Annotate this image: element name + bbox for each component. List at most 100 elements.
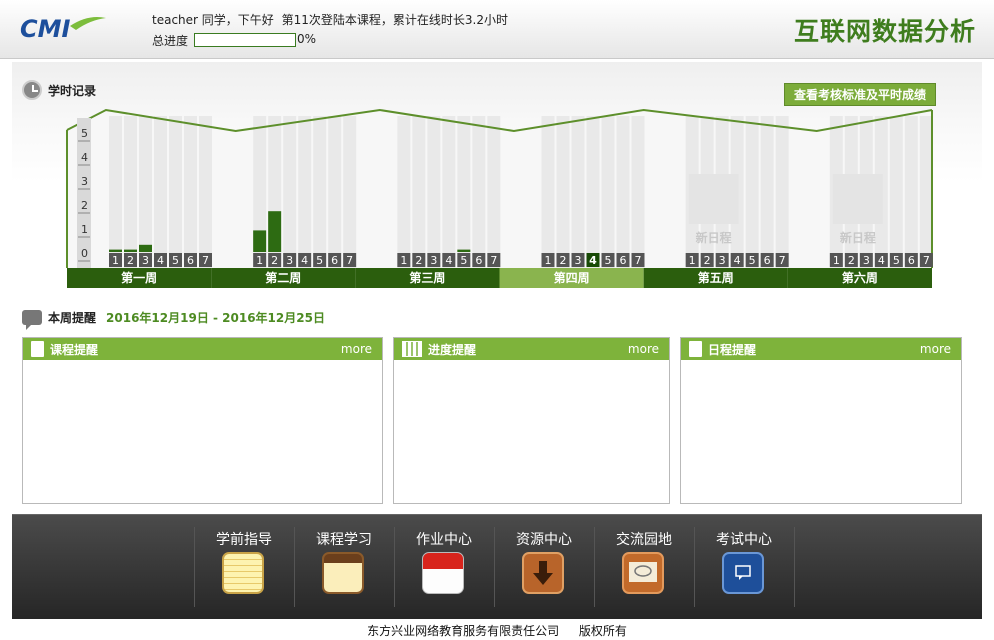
day-column [745, 116, 759, 268]
nav-label: 学前指导 [216, 532, 272, 548]
day-column [889, 116, 903, 268]
day-column [472, 116, 486, 268]
y-tick-label: 4 [81, 151, 88, 164]
new-schedule-label: 新日程 [840, 230, 876, 245]
day-label: 1 [833, 254, 840, 267]
day-column [199, 116, 212, 268]
course-reminder-header: 课程提醒 more [23, 338, 382, 360]
day-column [328, 116, 342, 268]
week-label: 第六周 [842, 270, 878, 285]
day-column [397, 116, 411, 268]
day-label: 6 [187, 254, 194, 267]
document-icon [689, 341, 702, 357]
day-label: 7 [923, 254, 930, 267]
new-schedule-placeholder [688, 174, 739, 224]
day-column [616, 116, 630, 268]
weekly-reminder-header: 本周提醒 2016年12月19日 - 2016年12月25日 [22, 309, 325, 330]
day-column [124, 116, 137, 268]
nav-resource-center[interactable]: 资源中心 [494, 515, 594, 619]
day-column [904, 116, 918, 268]
y-tick-label: 0 [81, 247, 88, 260]
day-label: 4 [445, 254, 452, 267]
day-label: 7 [346, 254, 353, 267]
week-label: 第一周 [121, 270, 157, 285]
hour-bar [457, 249, 471, 252]
day-label: 4 [157, 254, 164, 267]
course-reminder-box: 课程提醒 more [22, 337, 383, 504]
day-label: 1 [112, 254, 119, 267]
day-label: 2 [415, 254, 422, 267]
day-column [343, 116, 357, 268]
day-label: 6 [620, 254, 627, 267]
schedule-reminder-box: 日程提醒 more [680, 337, 962, 504]
nav-exam-center[interactable]: 考试中心 [694, 515, 794, 619]
study-hours-chart: 5432101 2 3 4 5 6 7第一周1 2 3 4 5 6 7第二周1 2 3 4 5 6 7第三周1 2 3 4… [66, 108, 933, 288]
nav-homework-center[interactable]: 作业中心 [394, 515, 494, 619]
progress-reminder-more-link[interactable]: more [628, 342, 659, 356]
nav-label: 资源中心 [516, 532, 572, 548]
y-tick-label: 1 [81, 223, 88, 236]
day-column [154, 116, 167, 268]
day-label: 6 [764, 254, 771, 267]
exam-book-icon [722, 552, 764, 594]
day-column [541, 116, 555, 268]
hour-bar [268, 211, 282, 252]
day-label: 1 [400, 254, 407, 267]
day-label: 6 [331, 254, 338, 267]
day-label: 7 [635, 254, 642, 267]
day-label: 2 [560, 254, 567, 267]
day-label: 3 [575, 254, 582, 267]
progress-reminder-header: 进度提醒 more [394, 338, 669, 360]
day-column [283, 116, 297, 268]
day-label: 4 [301, 254, 308, 267]
nav-discussion-area[interactable]: 交流园地 [594, 515, 694, 619]
day-column [457, 116, 471, 268]
day-column [631, 116, 645, 268]
day-label: 4 [589, 254, 597, 267]
speech-bubble-icon [22, 310, 42, 330]
day-label: 5 [316, 254, 323, 267]
document-icon [31, 341, 44, 357]
day-column [775, 116, 789, 268]
day-column [184, 116, 197, 268]
progress-reminder-box: 进度提醒 more [393, 337, 670, 504]
day-label: 7 [779, 254, 786, 267]
day-label: 3 [863, 254, 870, 267]
day-column [427, 116, 441, 268]
day-label: 6 [908, 254, 915, 267]
nav-course-study[interactable]: 课程学习 [294, 515, 394, 619]
day-column [487, 116, 501, 268]
day-column [109, 116, 122, 268]
week-label: 第五周 [698, 270, 734, 285]
day-label: 2 [704, 254, 711, 267]
day-label: 5 [749, 254, 756, 267]
week-label: 第二周 [265, 270, 301, 285]
day-label: 5 [460, 254, 467, 267]
footer-company: 东方兴业网络教育服务有限责任公司 [367, 624, 560, 638]
day-label: 2 [127, 254, 134, 267]
notepad-icon [222, 552, 264, 594]
nav-pre-study-guide[interactable]: 学前指导 [194, 515, 294, 619]
day-label: 7 [490, 254, 497, 267]
course-reminder-more-link[interactable]: more [341, 342, 372, 356]
hour-bar [253, 230, 267, 252]
nav-label: 课程学习 [316, 532, 372, 548]
day-label: 3 [430, 254, 437, 267]
footer: 东方兴业网络教育服务有限责任公司 版权所有 [0, 622, 994, 639]
day-column [442, 116, 456, 268]
hour-bar [109, 249, 122, 252]
y-tick-label: 3 [81, 175, 88, 188]
bottom-nav: 学前指导 课程学习 作业中心 资源中心 交流园地 考试中心 [12, 514, 982, 619]
nav-label: 作业中心 [416, 532, 472, 548]
week-label: 第三周 [409, 270, 445, 285]
day-label: 1 [256, 254, 263, 267]
hour-bar [139, 244, 152, 252]
calendar-icon [402, 341, 422, 357]
nav-divider [794, 527, 795, 607]
footer-rights: 版权所有 [578, 624, 627, 638]
day-label: 4 [734, 254, 741, 267]
nav-label: 考试中心 [716, 532, 772, 548]
download-icon [522, 552, 564, 594]
schedule-reminder-more-link[interactable]: more [920, 342, 951, 356]
new-schedule-label: 新日程 [696, 230, 732, 245]
